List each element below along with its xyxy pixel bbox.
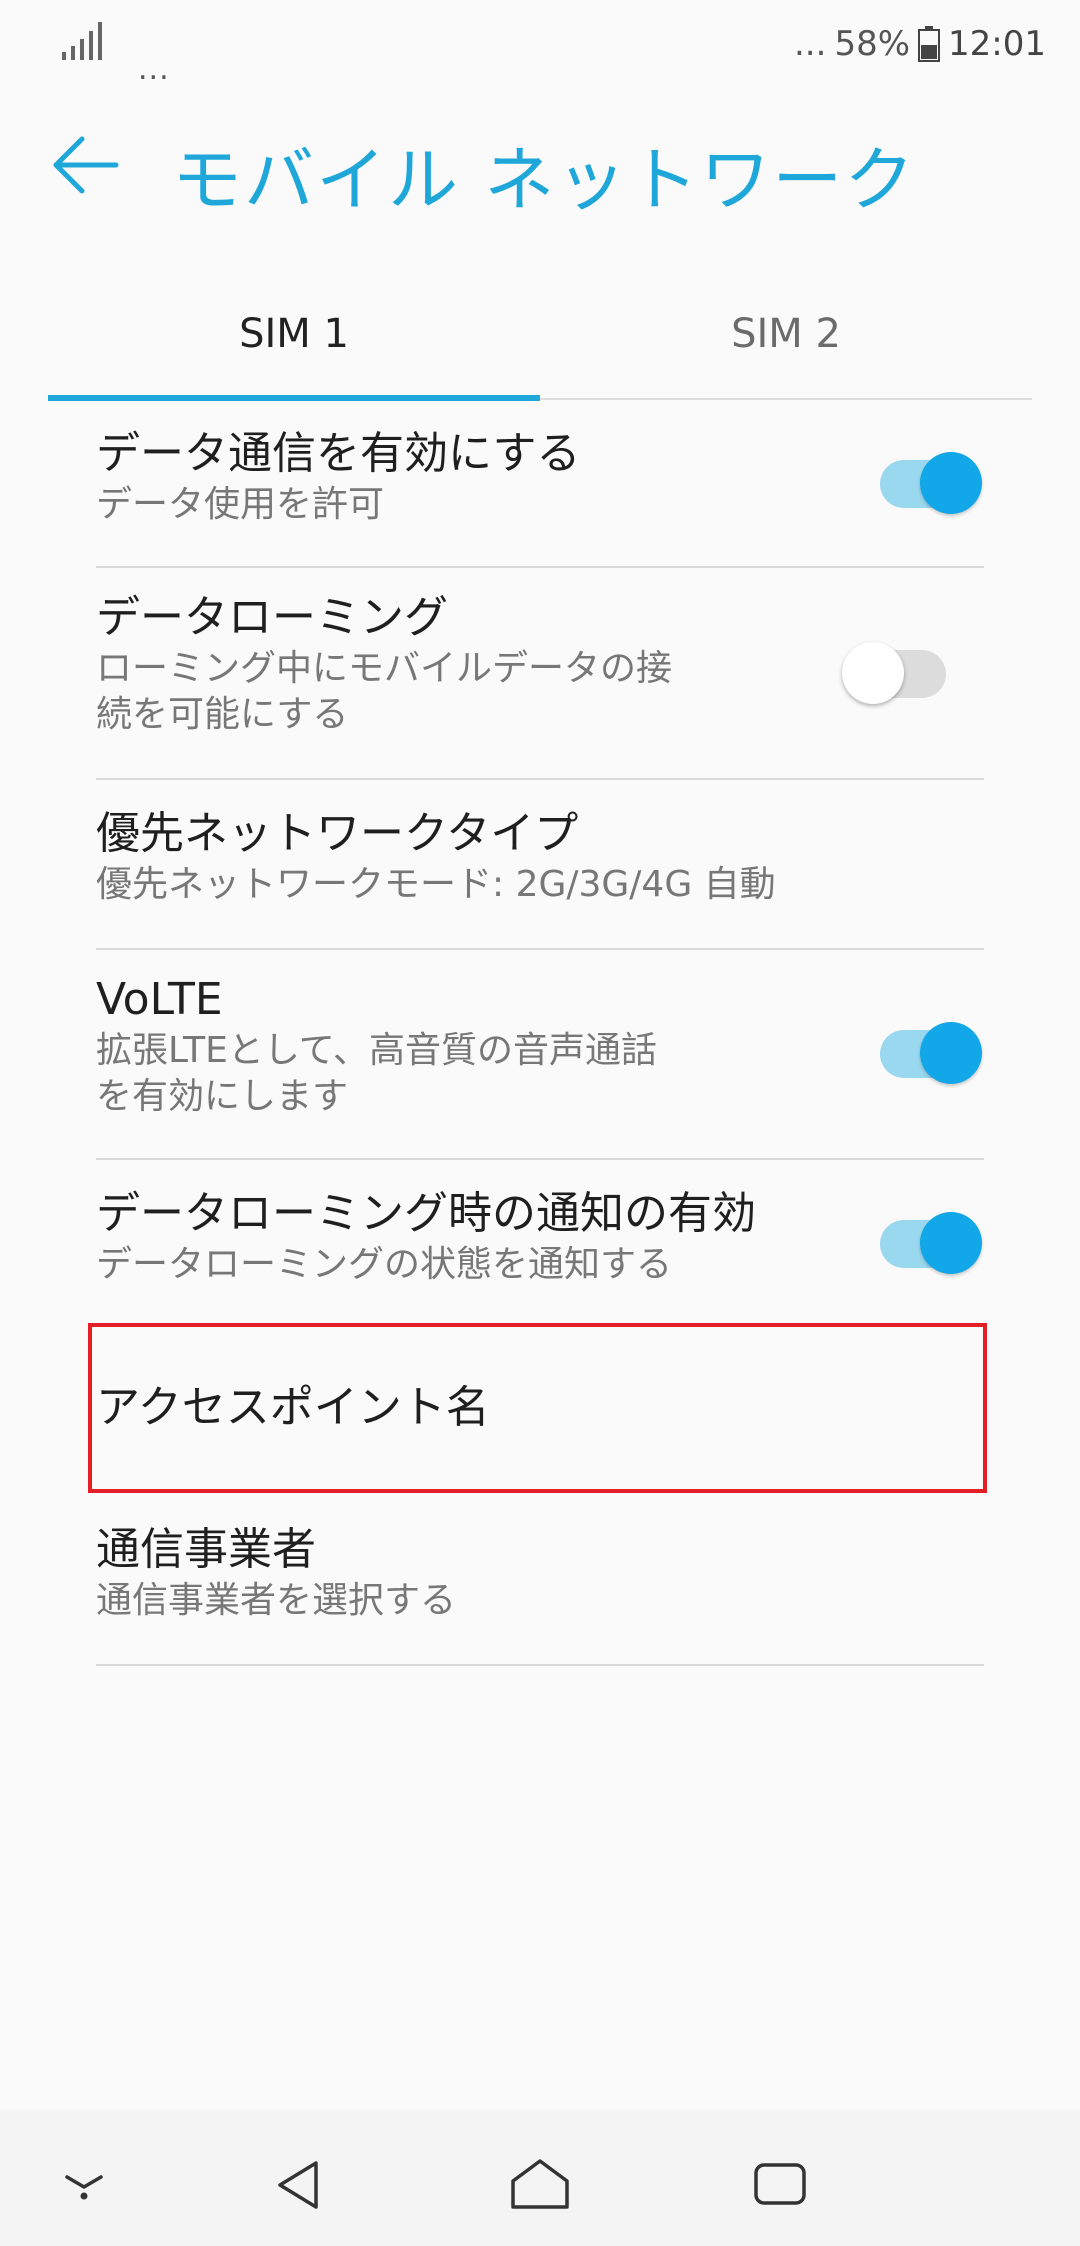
signal-dots: ...: [138, 52, 170, 87]
notification-dots: ...: [794, 24, 827, 64]
back-button[interactable]: [46, 130, 126, 200]
setting-preferred-network-type[interactable]: 優先ネットワークタイプ 優先ネットワークモード: 2G/3G/4G 自動: [96, 780, 984, 950]
nav-bar: [0, 2110, 1080, 2246]
setting-access-point-names[interactable]: アクセスポイント名: [96, 1328, 984, 1496]
tab-sim1[interactable]: SIM 1: [48, 270, 540, 398]
battery-icon: [918, 26, 941, 62]
volte-toggle[interactable]: [872, 1022, 982, 1084]
data-roaming-toggle[interactable]: [842, 642, 952, 704]
toggle-thumb: [920, 452, 982, 514]
setting-title: データローミング時の通知の有効: [96, 1188, 756, 1239]
setting-title: VoLTE: [96, 974, 223, 1025]
app-bar: モバイル ネットワーク: [0, 110, 1080, 221]
toggle-thumb: [842, 642, 904, 704]
clock: 12:01: [948, 24, 1046, 64]
setting-summary: 拡張LTEとして、高音質の音声通話 を有効にします: [96, 1030, 657, 1117]
setting-summary: 優先ネットワークモード: 2G/3G/4G 自動: [96, 864, 776, 905]
chevron-down-icon: [65, 2175, 103, 2200]
nav-recents-button[interactable]: [740, 2150, 820, 2220]
toggle-thumb: [920, 1212, 982, 1274]
setting-title: 優先ネットワークタイプ: [96, 808, 579, 859]
recents-icon: [754, 2163, 806, 2205]
setting-data-roaming[interactable]: データローミング ローミング中にモバイルデータの接 続を可能にする: [96, 568, 984, 780]
status-right: ... 58% 12:01: [794, 22, 1046, 66]
enable-data-toggle[interactable]: [872, 452, 982, 514]
setting-roaming-notification[interactable]: データローミング時の通知の有効 データローミングの状態を通知する: [96, 1160, 984, 1328]
sim-tabs: SIM 1 SIM 2: [48, 270, 1032, 401]
arrow-left-icon: [53, 136, 119, 194]
toggle-thumb: [920, 1022, 982, 1084]
setting-volte[interactable]: VoLTE 拡張LTEとして、高音質の音声通話 を有効にします: [96, 950, 984, 1160]
setting-summary: データ使用を許可: [96, 484, 385, 525]
setting-title: アクセスポイント名: [96, 1382, 490, 1433]
setting-title: 通信事業者: [96, 1524, 316, 1575]
battery-percent: 58%: [834, 24, 911, 64]
back-triangle-icon: [278, 2161, 318, 2209]
setting-title: データローミング: [96, 592, 448, 643]
home-icon: [511, 2159, 569, 2209]
setting-network-operators[interactable]: 通信事業者 通信事業者を選択する: [96, 1496, 984, 1666]
status-bar: ... ... 58% 12:01: [0, 0, 1080, 90]
tab-sim2[interactable]: SIM 2: [540, 270, 1032, 398]
setting-title: データ通信を有効にする: [96, 428, 581, 479]
signal-strength-icon: [62, 22, 102, 60]
setting-summary: データローミングの状態を通知する: [96, 1244, 673, 1285]
page-title: モバイル ネットワーク: [172, 139, 917, 221]
setting-enable-data[interactable]: データ通信を有効にする データ使用を許可: [96, 400, 984, 568]
setting-summary: 通信事業者を選択する: [96, 1580, 457, 1621]
nav-back-button[interactable]: [260, 2150, 340, 2220]
roaming-notification-toggle[interactable]: [872, 1212, 982, 1274]
settings-list: データ通信を有効にする データ使用を許可 データローミング ローミング中にモバイ…: [96, 400, 984, 1666]
notification-shade-button[interactable]: [44, 2150, 124, 2220]
nav-home-button[interactable]: [500, 2150, 580, 2220]
